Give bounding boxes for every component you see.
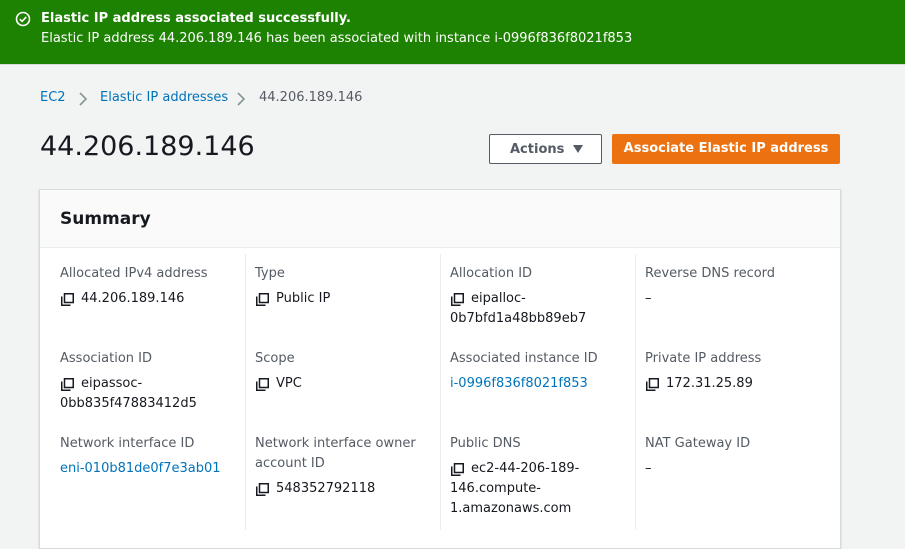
associated-instance-link[interactable]: i-0996f836f8021f853 — [450, 374, 598, 394]
allocated-ipv4-value: 44.206.189.146 — [81, 291, 185, 306]
field-value: VPC — [255, 374, 302, 394]
field-public-dns: Public DNS ec2-44-206-189- 146.compute- … — [450, 434, 579, 519]
field-value: 172.31.25.89 — [645, 374, 761, 394]
field-label: Allocated IPv4 address — [60, 266, 208, 281]
allocation-id-value-line2: 0b7bfd1a48bb89eb7 — [450, 311, 587, 326]
breadcrumb-elastic-ip-addresses[interactable]: Elastic IP addresses — [100, 90, 228, 105]
field-label-line1: Network interface owner — [255, 436, 416, 451]
field-value: eipalloc- — [450, 289, 586, 309]
reverse-dns-value: – — [645, 291, 652, 306]
field-value: eipassoc- — [60, 374, 197, 394]
field-network-interface-id: Network interface ID eni-010b81de0f7e3ab… — [60, 434, 221, 479]
public-dns-value-line1: ec2-44-206-189- — [471, 461, 580, 476]
type-value: Public IP — [276, 291, 331, 306]
field-label: Network interface ID — [60, 436, 195, 451]
summary-header: Summary — [40, 190, 840, 248]
field-value: ec2-44-206-189- — [450, 459, 579, 479]
field-label: Allocation ID — [450, 266, 533, 281]
actions-dropdown-button[interactable]: Actions — [489, 134, 602, 164]
field-value: 44.206.189.146 — [60, 289, 208, 309]
copy-icon[interactable] — [451, 463, 464, 476]
association-id-value-line2: 0bb835f47883412d5 — [60, 396, 197, 411]
field-network-interface-owner: Network interface owner account ID 54835… — [255, 434, 416, 499]
flash-title: Elastic IP address associated successful… — [41, 11, 351, 26]
field-label: Scope — [255, 351, 295, 366]
column-divider — [440, 254, 441, 530]
caret-down-icon — [573, 145, 583, 153]
page-title: 44.206.189.146 — [40, 131, 255, 162]
network-interface-link[interactable]: eni-010b81de0f7e3ab01 — [60, 459, 221, 479]
allocation-id-value-line1: eipalloc- — [471, 291, 526, 306]
field-nat-gateway-id: NAT Gateway ID – — [645, 434, 750, 479]
summary-heading: Summary — [60, 209, 151, 229]
success-flashbar: Elastic IP address associated successful… — [0, 0, 905, 64]
chevron-right-icon — [79, 92, 88, 106]
field-association-id: Association ID eipassoc- 0bb835f47883412… — [60, 349, 197, 414]
copy-icon[interactable] — [256, 378, 269, 391]
copy-icon[interactable] — [451, 293, 464, 306]
field-reverse-dns: Reverse DNS record – — [645, 264, 775, 309]
public-dns-value-line2: 146.compute- — [450, 481, 541, 496]
field-label: Association ID — [60, 351, 152, 366]
breadcrumb-current: 44.206.189.146 — [259, 90, 363, 105]
associate-elastic-ip-button[interactable]: Associate Elastic IP address — [612, 134, 840, 164]
check-circle-icon — [15, 11, 31, 27]
field-label-line2: account ID — [255, 456, 325, 471]
eni-owner-value: 548352792118 — [276, 481, 376, 496]
summary-container: Summary Allocated IPv4 address 44.206.18… — [39, 189, 841, 549]
field-private-ip: Private IP address 172.31.25.89 — [645, 349, 761, 394]
field-label: Reverse DNS record — [645, 266, 776, 281]
private-ip-value: 172.31.25.89 — [666, 376, 753, 391]
copy-icon[interactable] — [61, 378, 74, 391]
field-label: Type — [255, 266, 285, 281]
public-dns-value-line3: 1.amazonaws.com — [450, 501, 572, 516]
breadcrumb-ec2[interactable]: EC2 — [40, 90, 66, 105]
field-value: Public IP — [255, 289, 330, 309]
field-value: 548352792118 — [255, 479, 416, 499]
field-associated-instance-id: Associated instance ID i-0996f836f8021f8… — [450, 349, 598, 394]
association-id-value-line1: eipassoc- — [81, 376, 143, 391]
field-label: NAT Gateway ID — [645, 436, 751, 451]
copy-icon[interactable] — [646, 378, 659, 391]
column-divider — [635, 254, 636, 530]
field-label: Private IP address — [645, 351, 762, 366]
copy-icon[interactable] — [256, 293, 269, 306]
flash-message: Elastic IP address 44.206.189.146 has be… — [41, 31, 633, 46]
field-label: Associated instance ID — [450, 351, 598, 366]
nat-gateway-value: – — [645, 461, 652, 476]
actions-label: Actions — [510, 142, 565, 157]
field-label: Public DNS — [450, 436, 521, 451]
field-scope: Scope VPC — [255, 349, 302, 394]
scope-value: VPC — [276, 376, 302, 391]
column-divider — [245, 254, 246, 530]
field-type: Type Public IP — [255, 264, 330, 309]
header-divider — [0, 64, 905, 65]
field-allocated-ipv4: Allocated IPv4 address 44.206.189.146 — [60, 264, 208, 309]
field-allocation-id: Allocation ID eipalloc- 0b7bfd1a48bb89eb… — [450, 264, 586, 329]
copy-icon[interactable] — [256, 483, 269, 496]
copy-icon[interactable] — [61, 293, 74, 306]
chevron-right-icon — [237, 92, 246, 106]
